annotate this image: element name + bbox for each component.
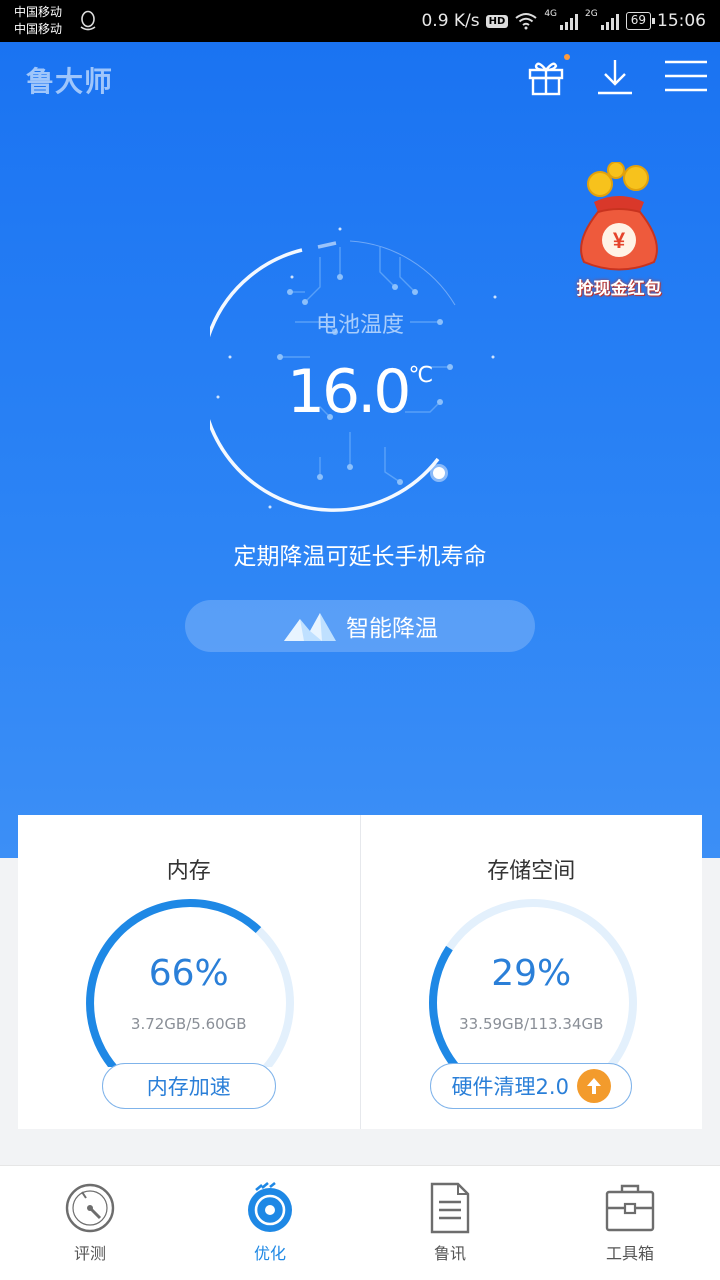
memory-usage: 3.72GB/5.60GB — [130, 1015, 247, 1033]
toolbox-icon — [605, 1184, 655, 1232]
document-icon — [430, 1182, 470, 1234]
qq-icon — [80, 10, 96, 31]
nav-label-benchmark: 评测 — [73, 1244, 106, 1263]
wifi-icon — [515, 13, 537, 30]
memory-percent: 66% — [148, 953, 229, 994]
money-bag-icon: ¥ — [580, 161, 658, 271]
cooling-tip: 定期降温可延长手机寿命 — [233, 544, 487, 570]
battery-indicator: 69 — [625, 12, 656, 30]
memory-title: 内存 — [166, 859, 211, 884]
app-logo: 鲁大师 — [26, 65, 114, 98]
smart-cooling-button[interactable]: 智能降温 — [185, 600, 535, 652]
status-bar: 中国移动 中国移动 0.9 K/s HD 4G 2G 69 15:06 — [0, 0, 720, 42]
nav-item-toolbox[interactable]: 工具箱 — [540, 1166, 720, 1280]
signal-bars-icon-2 — [600, 14, 619, 30]
red-packet-promo[interactable]: ¥ 抢现金红包 — [564, 161, 674, 302]
signal-bars-icon — [560, 14, 579, 30]
memory-boost-label: 内存加速 — [146, 1075, 231, 1099]
nav-item-optimize[interactable]: 优化 — [180, 1166, 360, 1280]
hero-panel: 鲁大师 ¥ 抢现金红包 电池温度 16.0℃ 定期降温可延长手机寿命 智能降温 — [0, 42, 720, 858]
network-speed: 0.9 K/s — [421, 11, 480, 31]
download-icon — [598, 60, 632, 95]
hardware-clean-button[interactable]: 硬件清理2.0 — [430, 1063, 633, 1109]
upgrade-arrow-icon — [576, 1069, 611, 1103]
storage-card: 存储空间 29% 33.59GB/113.34GB 硬件清理2.0 — [359, 815, 703, 1129]
temperature-unit: ℃ — [408, 363, 434, 388]
signal-type-1: 4G — [544, 9, 558, 19]
red-packet-label: 抢现金红包 — [576, 279, 662, 299]
nav-item-benchmark[interactable]: 评测 — [0, 1166, 180, 1280]
temperature-number: 16.0 — [286, 357, 412, 427]
download-button[interactable] — [596, 56, 634, 100]
bottom-nav: 评测 优化 鲁讯 工具箱 — [0, 1165, 720, 1280]
carrier-info: 中国移动 中国移动 — [14, 4, 62, 38]
storage-title: 存储空间 — [487, 859, 576, 884]
signal-type-2: 2G — [585, 9, 598, 19]
temperature-title: 电池温度 — [315, 313, 404, 338]
memory-boost-button[interactable]: 内存加速 — [101, 1063, 276, 1109]
hd-badge: HD — [485, 14, 509, 28]
nav-label-optimize: 优化 — [253, 1244, 286, 1263]
nav-label-toolbox: 工具箱 — [605, 1244, 654, 1263]
yuan-symbol: ¥ — [613, 228, 626, 253]
carrier-name-2: 中国移动 — [14, 22, 63, 36]
gift-button[interactable] — [526, 54, 570, 100]
carrier-name-1: 中国移动 — [14, 5, 63, 19]
notification-dot — [564, 54, 570, 60]
menu-icon — [665, 60, 707, 92]
hardware-clean-label: 硬件清理2.0 — [451, 1075, 569, 1099]
storage-usage: 33.59GB/113.34GB — [459, 1015, 604, 1033]
clock: 15:06 — [657, 11, 706, 31]
resource-cards: 内存 66% 3.72GB/5.60GB 内存加速 存储空间 29% 33.59… — [18, 815, 702, 1129]
speedometer-icon — [65, 1183, 115, 1233]
memory-card: 内存 66% 3.72GB/5.60GB 内存加速 — [18, 815, 360, 1129]
gift-icon — [528, 62, 564, 96]
mountain-icon — [284, 613, 336, 641]
menu-button[interactable] — [664, 56, 708, 100]
nav-item-news[interactable]: 鲁讯 — [360, 1166, 540, 1280]
storage-percent: 29% — [491, 953, 572, 994]
optimize-disc-icon — [248, 1182, 292, 1232]
smart-cooling-label: 智能降温 — [346, 616, 438, 642]
temperature-value: 16.0℃ — [210, 357, 510, 427]
nav-label-news: 鲁讯 — [433, 1244, 466, 1263]
